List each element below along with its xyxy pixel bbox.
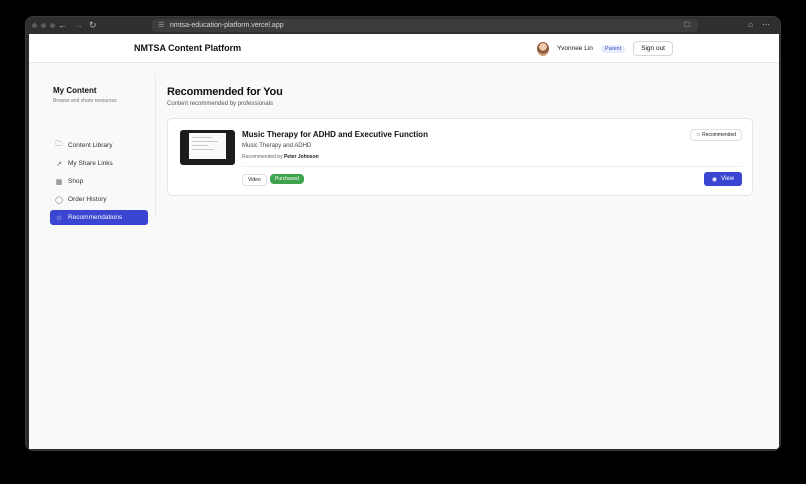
sidebar-item-label: My Share Links [68, 160, 113, 167]
minimize-window-button[interactable] [41, 23, 46, 28]
card-title[interactable]: Music Therapy for ADHD and Executive Fun… [242, 130, 428, 139]
eye-icon: ◉ [711, 176, 718, 183]
sidebar-item-share-links[interactable]: ↗ My Share Links [50, 156, 148, 171]
sidebar-item-order-history[interactable]: ◯ Order History [50, 192, 148, 207]
page: NMTSA Content Platform Yvonnee Lin Paren… [29, 34, 779, 449]
extensions-icon[interactable]: ⌂ [748, 19, 753, 31]
browser-actions: ⌂ ⋯ [748, 19, 770, 31]
sidebar-title: My Content [53, 86, 97, 95]
recommended-badge: ☆ Recommended [690, 129, 742, 141]
brand-title[interactable]: NMTSA Content Platform [134, 43, 241, 53]
view-button[interactable]: ◉ View [704, 172, 742, 186]
sidebar-item-label: Shop [68, 178, 84, 185]
zoom-window-button[interactable] [50, 23, 55, 28]
back-arrow-icon[interactable]: ← [58, 19, 67, 31]
recommender-name: Peter Johnson [283, 154, 319, 160]
purchase-status-badge: Purchased [270, 174, 304, 184]
sidebar-item-content-library[interactable]: 🗀 Content Library [50, 138, 148, 153]
address-bar-url: nmtsa-education-platform.vercel.app [170, 22, 284, 29]
sidebar-item-label: Content Library [68, 142, 113, 149]
card-divider [242, 166, 742, 167]
window-controls [32, 23, 55, 28]
recommended-by-prefix: Recommended by [242, 154, 283, 160]
thumbnail-slide [189, 133, 226, 159]
recommendation-card: Music Therapy for ADHD and Executive Fun… [167, 118, 753, 196]
reload-icon[interactable]: ↻ [89, 19, 97, 31]
role-badge: Parent [600, 44, 626, 53]
sidebar-item-recommendations[interactable]: ☆ Recommendations [50, 210, 148, 225]
address-bar[interactable]: ☰ nmtsa-education-platform.vercel.app ☐ [152, 19, 698, 32]
calendar-icon: ▦ [55, 178, 63, 186]
video-thumbnail[interactable] [180, 130, 235, 165]
sidebar: My Content Browse and share resources 🗀 … [49, 73, 156, 225]
sidebar-subtitle: Browse and share resources [53, 98, 117, 104]
card-subtitle: Music Therapy and ADHD [242, 143, 312, 149]
close-window-button[interactable] [32, 23, 37, 28]
sidebar-item-label: Order History [68, 196, 107, 203]
browser-toolbar: ← → ↻ ☰ nmtsa-education-platform.vercel.… [26, 17, 780, 34]
user-menu: Yvonnee Lin Parent Sign out [537, 41, 673, 56]
user-name: Yvonnee Lin [557, 45, 593, 52]
sign-out-button[interactable]: Sign out [633, 41, 673, 56]
recommended-badge-label: Recommended [702, 132, 736, 138]
package-icon: ◯ [55, 196, 63, 204]
page-subtitle: Content recommended by professionals [167, 101, 274, 107]
top-navigation: NMTSA Content Platform Yvonnee Lin Paren… [29, 34, 779, 63]
view-button-label: View [721, 176, 735, 182]
star-icon: ☆ [696, 132, 701, 138]
external-link-icon: ↗ [56, 160, 62, 168]
sidebar-item-label: Recommendations [68, 214, 123, 221]
bookmark-icon[interactable]: ☐ [684, 19, 690, 32]
folder-icon: 🗀 [55, 141, 63, 148]
star-icon: ☆ [55, 214, 63, 222]
sidebar-item-shop[interactable]: ▦ Shop [50, 174, 148, 189]
recommended-by: Recommended by Peter Johnson [242, 154, 319, 160]
page-title: Recommended for You [167, 86, 283, 98]
site-settings-icon[interactable]: ☰ [158, 19, 164, 32]
forward-arrow-icon[interactable]: → [74, 19, 83, 31]
content-type-tag: Video [242, 174, 267, 186]
more-menu-icon[interactable]: ⋯ [762, 19, 770, 31]
avatar [537, 41, 550, 56]
browser-window: ← → ↻ ☰ nmtsa-education-platform.vercel.… [25, 16, 781, 451]
